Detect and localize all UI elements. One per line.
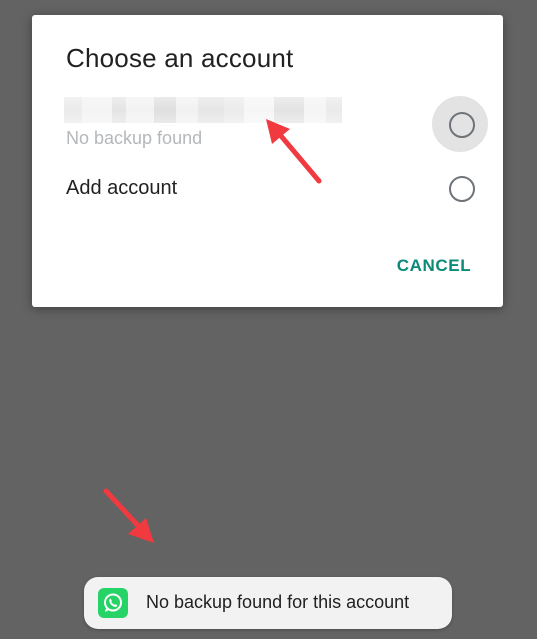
account-backup-status: No backup found	[66, 128, 203, 148]
annotation-arrow-icon	[266, 119, 322, 184]
annotation-arrow-icon	[103, 488, 154, 543]
add-account-label: Add account	[66, 177, 178, 199]
account-radio-button[interactable]	[449, 112, 475, 138]
whatsapp-icon	[98, 588, 128, 618]
toast-message: No backup found for this account	[146, 592, 410, 612]
dialog-title: Choose an account	[66, 43, 294, 73]
toast-notification: No backup found for this account	[84, 577, 452, 629]
cancel-button[interactable]: CANCEL	[384, 251, 484, 281]
add-account-radio-button[interactable]	[449, 176, 475, 202]
